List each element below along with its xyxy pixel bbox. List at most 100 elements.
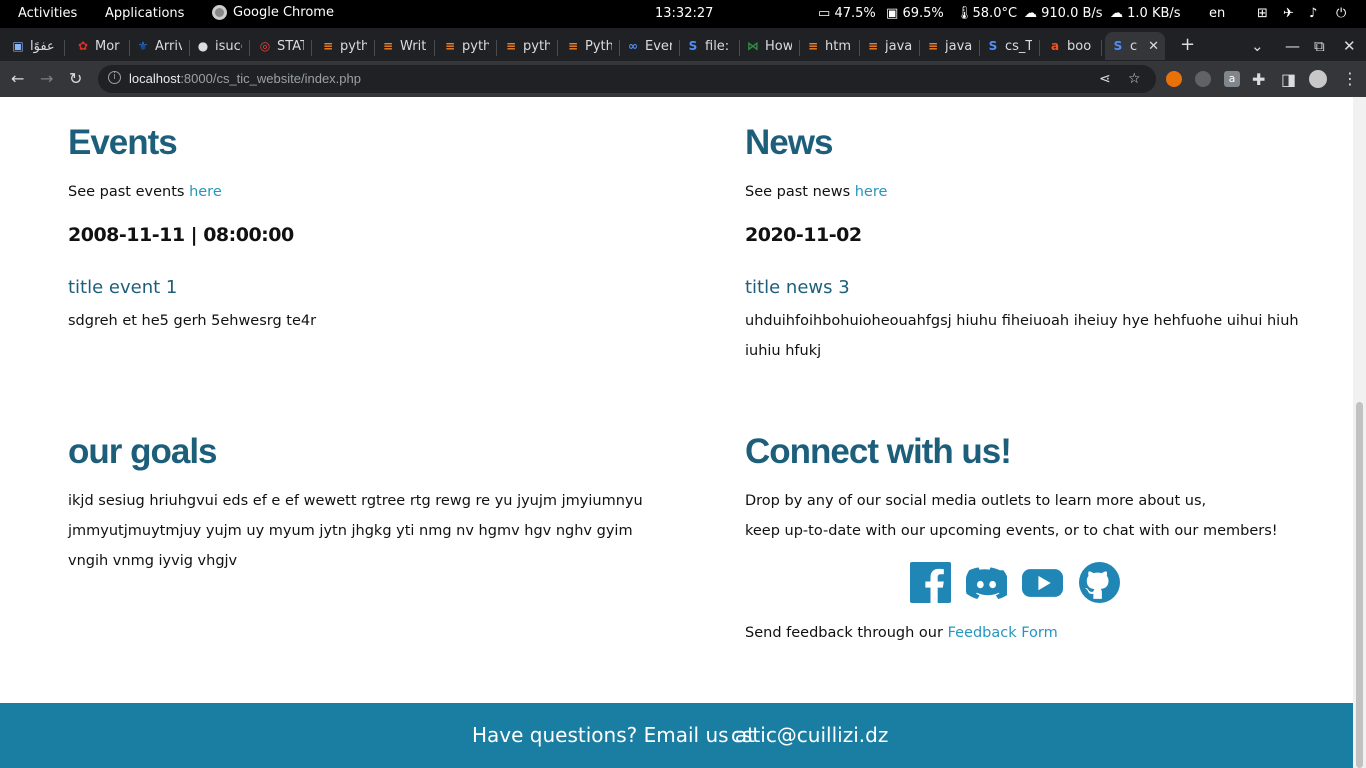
back-icon[interactable]: ← [11, 69, 24, 88]
chrome-icon [212, 5, 227, 20]
tab[interactable]: ⋈ How [740, 32, 798, 60]
tab[interactable]: ≡ pyth [315, 32, 373, 60]
tab[interactable]: ● isucc [190, 32, 248, 60]
target-icon: ◎ [259, 39, 271, 53]
tab-label: isucc [215, 38, 242, 54]
stackoverflow-icon: ≡ [322, 39, 334, 53]
tab-separator [311, 40, 312, 56]
connect-heading: Connect with us! [745, 432, 1012, 471]
bookmark-star-icon[interactable]: ☆ [1128, 71, 1141, 87]
clock[interactable]: 13:32:27 [655, 6, 713, 21]
event-title[interactable]: title event 1 [68, 277, 177, 298]
tab-separator [249, 40, 250, 56]
minimize-icon[interactable]: — [1285, 37, 1300, 55]
page-scrollbar[interactable] [1353, 97, 1366, 768]
stackoverflow-icon: ≡ [807, 39, 819, 53]
browser-toolbar: ← → ↻ i localhost:8000/cs_tic_website/in… [0, 61, 1366, 97]
tab-label: c [1130, 38, 1138, 54]
tab[interactable]: ≡ Writ [375, 32, 433, 60]
tab[interactable]: ≡ Pyth [560, 32, 618, 60]
youtube-icon[interactable] [1022, 562, 1063, 603]
side-panel-icon[interactable]: ◨ [1281, 70, 1296, 89]
extension-shield-icon[interactable] [1195, 71, 1211, 87]
ask-icon: a [1050, 39, 1060, 53]
kebab-menu-icon[interactable]: ⋮ [1342, 69, 1358, 88]
close-window-icon[interactable]: ✕ [1343, 37, 1356, 55]
tab-active[interactable]: S c ✕ [1105, 32, 1165, 60]
tab[interactable]: ≡ pyth [437, 32, 495, 60]
footer-text: Have questions? Email us at [472, 723, 755, 747]
s-logo-icon: S [1113, 39, 1123, 53]
s-logo-icon: S [988, 39, 998, 53]
news-past-link[interactable]: here [855, 184, 888, 200]
language-indicator[interactable]: en [1209, 6, 1225, 21]
power-icon[interactable]: ⏻ [1336, 6, 1346, 21]
thermometer-icon: 🌡 [956, 6, 973, 21]
connect-line1: Drop by any of our social media outlets … [745, 493, 1207, 509]
address-bar[interactable]: i localhost:8000/cs_tic_website/index.ph… [98, 65, 1156, 93]
goals-line1: ikjd sesiug hriuhgvui eds ef e ef wewett… [68, 493, 643, 509]
forward-icon[interactable]: → [40, 69, 53, 88]
temperature-indicator: 🌡58.0°C [956, 6, 1018, 21]
extension-a-icon[interactable]: a [1224, 71, 1240, 87]
airplane-icon[interactable]: ✈ [1283, 6, 1294, 21]
events-past-link[interactable]: here [189, 184, 222, 200]
tab[interactable]: ≡ pyth [498, 32, 556, 60]
discord-icon[interactable] [966, 562, 1007, 603]
feedback-form-link[interactable]: Feedback Form [948, 625, 1058, 641]
battery-icon: ▭ [818, 6, 831, 21]
tab[interactable]: ≡ htm [800, 32, 858, 60]
fleur-de-lis-icon: ⚜ [137, 39, 149, 53]
tab[interactable]: ≡ java [860, 32, 918, 60]
chevron-down-icon[interactable]: ⌄ [1251, 37, 1264, 55]
tab-separator [434, 40, 435, 56]
event-body: sdgreh et he5 gerh 5ehwesrg te4r [68, 313, 317, 329]
tab-separator [1039, 40, 1040, 56]
scrollbar-thumb[interactable] [1356, 402, 1363, 768]
events-past-text: See past events here [68, 184, 222, 200]
info-icon[interactable]: i [108, 71, 121, 84]
tab[interactable]: a boo [1042, 32, 1100, 60]
tab-label: pyth [462, 38, 489, 54]
facebook-icon[interactable] [910, 562, 951, 603]
reload-icon[interactable]: ↻ [69, 69, 82, 88]
volume-icon[interactable]: ♪ [1309, 6, 1317, 21]
tab[interactable]: ⚜ Arriv [130, 32, 188, 60]
app-menu[interactable]: Google Chrome [212, 5, 334, 20]
footer-email[interactable]: cstic@cuillizi.dz [731, 723, 888, 747]
memory-indicator: ▣ 69.5% [886, 6, 944, 21]
applications-menu[interactable]: Applications [105, 6, 184, 21]
car-icon: ▣ [12, 39, 24, 53]
share-icon[interactable]: ⋖ [1099, 71, 1111, 87]
new-tab-icon[interactable]: + [1180, 34, 1195, 55]
tab[interactable]: ≡ java [920, 32, 978, 60]
tab-separator [496, 40, 497, 56]
stackoverflow-icon: ≡ [382, 39, 394, 53]
github-icon[interactable] [1079, 562, 1120, 603]
network-icon[interactable]: ⊞ [1257, 6, 1268, 21]
tab-label: Ever [645, 38, 672, 54]
profile-avatar[interactable] [1309, 70, 1327, 88]
tab[interactable]: ✿ Mor [70, 32, 128, 60]
tab[interactable]: ∞ Ever [620, 32, 678, 60]
tab[interactable]: ◎ STAT [252, 32, 310, 60]
tab-separator [64, 40, 65, 56]
github-icon: ● [197, 39, 209, 53]
puzzle-icon[interactable]: ✚ [1252, 70, 1265, 89]
news-body-line1: uhduihfoihbohuioheouahfgsj hiuhu fiheiuo… [745, 313, 1299, 329]
tab[interactable]: ▣ عفوًا [5, 32, 63, 60]
extension-fox-icon[interactable] [1166, 71, 1182, 87]
s-logo-icon: S [688, 39, 698, 53]
restore-icon[interactable]: ⧉ [1314, 37, 1325, 55]
tab-label: boo [1067, 38, 1092, 54]
tab-label: عفوًا [30, 38, 55, 54]
url-text[interactable]: localhost:8000/cs_tic_website/index.php [129, 71, 361, 86]
news-title[interactable]: title news 3 [745, 277, 850, 298]
tab[interactable]: Scs_T [980, 32, 1038, 60]
goals-line2: jmmyutjmuytmjuy yujm uy myum jytn jhgkg … [68, 523, 633, 539]
goals-line3: vngih vnmg iyvig vhgjv [68, 553, 238, 569]
close-icon[interactable]: ✕ [1148, 39, 1159, 54]
activities-button[interactable]: Activities [18, 6, 77, 21]
events-heading: Events [68, 123, 178, 162]
tab[interactable]: Sfile: [680, 32, 738, 60]
